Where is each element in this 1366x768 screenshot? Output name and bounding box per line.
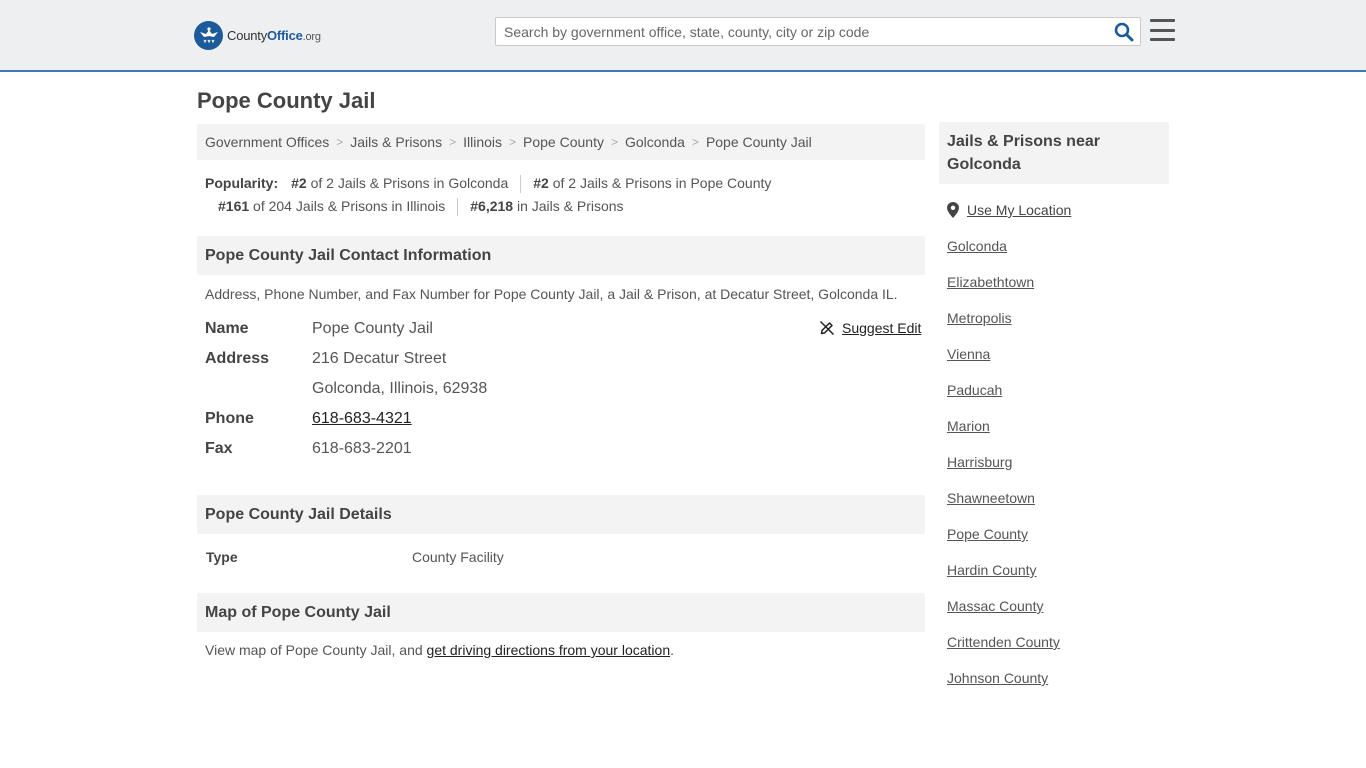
chevron-right-icon: > xyxy=(336,135,344,149)
address-label: Address xyxy=(205,350,270,367)
chevron-right-icon: > xyxy=(610,135,618,149)
popularity-row: #161 of 204 Jails & Prisons in Illinois … xyxy=(205,195,905,218)
sidebar-link-hardin-county[interactable]: Hardin County xyxy=(947,562,1037,578)
popularity-rank-county: #2 of 2 Jails & Prisons in Pope County xyxy=(533,175,772,191)
contact-section-heading: Pope County Jail Contact Information xyxy=(197,236,925,275)
sidebar-link-pope-county[interactable]: Pope County xyxy=(947,526,1028,542)
phone-label: Phone xyxy=(205,410,254,427)
popularity-rank-city: #2 of 2 Jails & Prisons in Golconda xyxy=(291,175,509,191)
breadcrumb: Government Offices > Jails & Prisons > I… xyxy=(197,124,925,160)
contact-description: Address, Phone Number, and Fax Number fo… xyxy=(205,286,898,302)
sidebar-link-shawneetown[interactable]: Shawneetown xyxy=(947,490,1035,506)
search-input[interactable] xyxy=(496,18,1106,45)
site-header: CountyOffice.org xyxy=(0,0,1366,72)
logo-text: CountyOffice.org xyxy=(227,27,321,43)
sidebar-link-golconda[interactable]: Golconda xyxy=(947,238,1007,254)
search-icon xyxy=(1114,22,1134,42)
search-button[interactable] xyxy=(1114,22,1134,42)
type-value: County Facility xyxy=(412,549,504,565)
page-title: Pope County Jail xyxy=(197,88,376,113)
breadcrumb-item-illinois[interactable]: Illinois xyxy=(463,134,502,150)
chevron-right-icon: > xyxy=(449,135,457,149)
chevron-right-icon: > xyxy=(509,135,517,149)
details-section-heading: Pope County Jail Details xyxy=(197,495,925,534)
name-label: Name xyxy=(205,320,249,337)
sidebar-link-elizabethtown[interactable]: Elizabethtown xyxy=(947,274,1034,290)
map-pin-icon xyxy=(947,202,959,218)
sidebar-link-harrisburg[interactable]: Harrisburg xyxy=(947,454,1012,470)
sidebar-link-vienna[interactable]: Vienna xyxy=(947,346,990,362)
hamburger-menu-icon[interactable] xyxy=(1150,19,1175,41)
divider xyxy=(520,174,522,193)
popularity: Popularity: #2 of 2 Jails & Prisons in G… xyxy=(205,172,905,218)
sidebar-link-paducah[interactable]: Paducah xyxy=(947,382,1002,398)
fax-label: Fax xyxy=(205,440,233,457)
breadcrumb-item-golconda[interactable]: Golconda xyxy=(625,134,685,150)
breadcrumb-item-jails-prisons[interactable]: Jails & Prisons xyxy=(350,134,442,150)
sidebar-link-massac-county[interactable]: Massac County xyxy=(947,598,1043,614)
type-label: Type xyxy=(206,549,238,565)
name-value: Pope County Jail xyxy=(312,320,433,337)
phone-link[interactable]: 618-683-4321 xyxy=(312,410,412,427)
sidebar-link-crittenden-county[interactable]: Crittenden County xyxy=(947,634,1060,650)
popularity-label: Popularity: xyxy=(205,175,279,191)
fax-value: 618-683-2201 xyxy=(312,440,412,457)
sidebar-link-marion[interactable]: Marion xyxy=(947,418,990,434)
sidebar-heading: Jails & Prisons near Golconda xyxy=(939,122,1169,184)
popularity-rank-national: #6,218 in Jails & Prisons xyxy=(470,198,624,214)
sidebar-link-metropolis[interactable]: Metropolis xyxy=(947,310,1012,326)
map-section-heading: Map of Pope County Jail xyxy=(197,593,925,632)
driving-directions-link[interactable]: get driving directions from your locatio… xyxy=(427,642,671,658)
popularity-rank-state: #161 of 204 Jails & Prisons in Illinois xyxy=(218,198,446,214)
popularity-row: Popularity: #2 of 2 Jails & Prisons in G… xyxy=(205,172,905,195)
site-logo[interactable]: CountyOffice.org xyxy=(194,20,321,50)
suggest-edit-label: Suggest Edit xyxy=(842,320,922,336)
use-my-location-link[interactable]: Use My Location xyxy=(947,200,1071,220)
address-line-1: 216 Decatur Street xyxy=(312,350,447,367)
breadcrumb-item-government-offices[interactable]: Government Offices xyxy=(205,134,329,150)
address-line-2: Golconda, Illinois, 62938 xyxy=(312,380,488,397)
map-description: View map of Pope County Jail, and get dr… xyxy=(205,642,674,658)
divider xyxy=(457,197,459,216)
eagle-seal-icon xyxy=(194,20,223,50)
sidebar-link-johnson-county[interactable]: Johnson County xyxy=(947,670,1048,686)
chevron-right-icon: > xyxy=(691,135,699,149)
breadcrumb-item-pope-county[interactable]: Pope County xyxy=(523,134,604,150)
search-box xyxy=(495,17,1141,46)
breadcrumb-item-current: Pope County Jail xyxy=(705,134,812,150)
suggest-edit-link[interactable]: Suggest Edit xyxy=(819,320,921,336)
edit-icon xyxy=(819,320,835,336)
